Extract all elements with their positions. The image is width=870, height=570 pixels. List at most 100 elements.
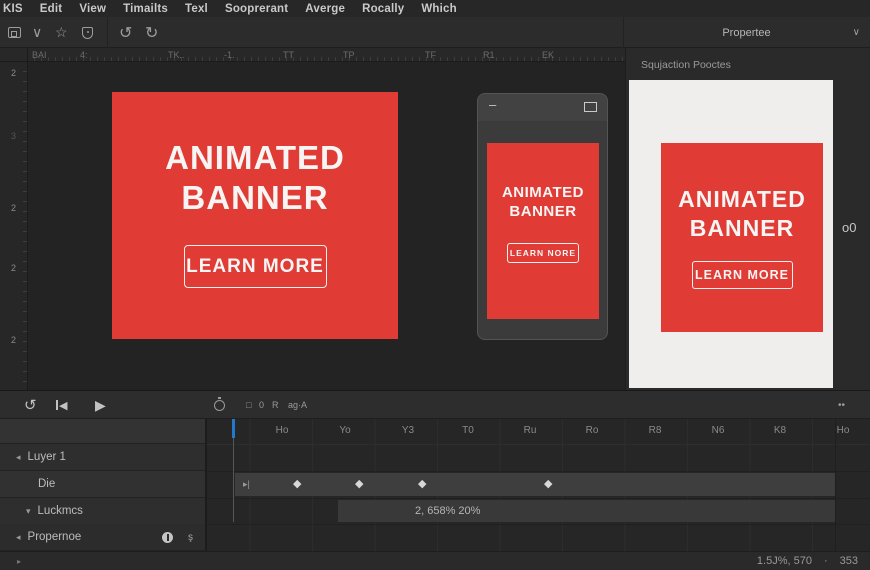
- menu-item[interactable]: Sooprerant: [225, 3, 288, 15]
- collapse-arrow-icon[interactable]: ▸: [17, 557, 21, 566]
- layer-panel: ◂ Luyer 1 Die ▾ Luckmcs ◂ Propernoe ş: [0, 419, 207, 570]
- zoom-level-text: 1.5J%, 570: [756, 555, 812, 567]
- banner-preview[interactable]: ANIMATED BANNER LEARN MORE: [629, 80, 833, 388]
- toggle-icon[interactable]: R: [272, 391, 279, 419]
- toggle-icon[interactable]: ag·A: [288, 391, 307, 419]
- banner-artboard-large[interactable]: ANIMATED BANNER LEARN MORE: [112, 92, 398, 339]
- banner-title-line1: ANIMATED: [678, 186, 806, 212]
- keyframe-icon[interactable]: ◆: [418, 477, 426, 490]
- ruler-label: EK: [542, 50, 555, 60]
- ruler-label: 4:: [80, 50, 88, 60]
- ruler-label: 2: [11, 203, 17, 213]
- refresh-icon[interactable]: ↻: [145, 17, 158, 48]
- frame-icon[interactable]: [8, 17, 21, 48]
- star-icon[interactable]: ☆: [55, 17, 68, 48]
- keyframe-track[interactable]: ▸| ◆ ◆ ◆ ◆: [235, 473, 835, 496]
- loop-icon[interactable]: ↺: [24, 391, 37, 419]
- layer-row-die[interactable]: Die: [0, 471, 205, 498]
- play-icon[interactable]: ▶: [95, 391, 106, 419]
- timeline-ruler-label: R8: [648, 425, 662, 436]
- chevron-down-icon[interactable]: ∨: [853, 27, 860, 38]
- stage-canvas[interactable]: ANIMATED BANNER LEARN MORE – ANIMATED BA…: [28, 62, 625, 390]
- timeline-ruler-label: Ro: [585, 425, 599, 436]
- ruler-label: TK..: [168, 50, 185, 60]
- ruler-label: 2: [11, 335, 17, 345]
- timeline-ruler-label: N6: [711, 425, 725, 436]
- timeline-ruler-label: K8: [773, 425, 787, 436]
- timeline-ruler-label: Yo: [339, 425, 351, 436]
- menu-item[interactable]: Timailts: [123, 3, 168, 15]
- keyframe-icon[interactable]: ◆: [355, 477, 363, 490]
- collapse-arrow-icon[interactable]: ◂: [16, 452, 21, 463]
- layer-label: Propernoe: [27, 531, 82, 543]
- banner-title-line1: ANIMATED: [501, 184, 585, 201]
- timeline-ruler-label: Ho: [836, 425, 850, 436]
- menu-item[interactable]: KIS: [3, 3, 23, 15]
- panel-side-label: o0: [842, 220, 857, 235]
- toggle-icon[interactable]: □: [246, 391, 251, 419]
- banner-title-line2: BANNER: [181, 179, 329, 216]
- ruler-label: TF: [425, 50, 436, 60]
- skip-to-start-icon[interactable]: ◀: [56, 391, 67, 419]
- menu-item[interactable]: Which: [421, 3, 457, 15]
- ruler-label: R1: [483, 50, 495, 60]
- undo-icon[interactable]: ↺: [119, 17, 132, 48]
- shield-icon[interactable]: [82, 17, 93, 48]
- app-window: KIS Edit View Timailts Texl Sooprerant A…: [0, 0, 870, 570]
- row-divider: [207, 471, 870, 472]
- keyframe-icon[interactable]: ◆: [293, 477, 301, 490]
- vertical-ruler: 2 3 2 2 2: [0, 62, 28, 390]
- banner-artboard-preview[interactable]: ANIMATED BANNER LEARN MORE: [661, 143, 823, 332]
- expand-arrow-icon[interactable]: ▾: [26, 506, 31, 517]
- layer-label: Luckmcs: [37, 505, 83, 517]
- status-separator: ·: [823, 555, 828, 567]
- maximize-icon[interactable]: [584, 102, 597, 112]
- toggle-icon[interactable]: 0: [259, 391, 264, 419]
- tab-properties[interactable]: Propertee ∨: [623, 17, 870, 48]
- menu-item[interactable]: Rocally: [362, 3, 404, 15]
- timeline-ruler-label: Ho: [275, 425, 289, 436]
- timeline-controls: ↺ ◀ ▶ □ 0 R ag·A ••: [0, 391, 870, 419]
- properties-panel-header: Squjaction Pooctes: [641, 59, 731, 71]
- more-options-icon[interactable]: ••: [838, 391, 845, 419]
- playhead[interactable]: [232, 419, 235, 438]
- timeline-grid[interactable]: Ho Yo Y3 T0 Ru Ro R8 N6 K8 Ho ▸| ◆ ◆ ◆ ◆: [207, 419, 870, 570]
- keyframe-icon[interactable]: ◆: [544, 477, 552, 490]
- content-end-line: [835, 419, 836, 570]
- ruler-corner: [0, 48, 28, 62]
- phone-mockup: – ANIMATED BANNER LEARN NORE: [477, 93, 608, 340]
- ruler-ticks: [23, 62, 27, 390]
- learn-more-button[interactable]: LEARN MORE: [691, 261, 793, 289]
- menu-bar: KIS Edit View Timailts Texl Sooprerant A…: [0, 0, 870, 17]
- ruler-label: 2: [11, 263, 17, 273]
- layer-row-layer1[interactable]: ◂ Luyer 1: [0, 444, 205, 471]
- minimize-icon[interactable]: –: [489, 97, 496, 112]
- chevron-down-icon[interactable]: ∨: [32, 17, 42, 48]
- collapse-arrow-icon[interactable]: ◂: [16, 532, 21, 543]
- stopwatch-icon[interactable]: [214, 391, 225, 419]
- menu-item[interactable]: Edit: [40, 3, 63, 15]
- style-toggle-icon[interactable]: ş: [188, 532, 193, 543]
- row-divider: [207, 524, 870, 525]
- layer-row-luckmcs[interactable]: ▾ Luckmcs: [0, 498, 205, 525]
- value-track[interactable]: 2, 658% 20%: [338, 500, 835, 522]
- layer-row-propernoe[interactable]: ◂ Propernoe ş: [0, 524, 205, 551]
- learn-more-button[interactable]: LEARN NORE: [507, 243, 579, 263]
- menu-item[interactable]: View: [79, 3, 106, 15]
- banner-title-line1: ANIMATED: [165, 139, 345, 176]
- ruler-ticks: [28, 57, 625, 61]
- menu-item[interactable]: Texl: [185, 3, 208, 15]
- ruler-label: BAI: [32, 50, 47, 60]
- track-value-label: 2, 658% 20%: [415, 505, 481, 517]
- visibility-toggle-icon[interactable]: [162, 531, 173, 543]
- ruler-label: 2: [11, 68, 17, 78]
- banner-title-line2: BANNER: [689, 215, 795, 241]
- toolbar: ∨ ☆ ↺ ↻ Propertee ∨: [0, 17, 870, 48]
- menu-item[interactable]: Averge: [305, 3, 345, 15]
- learn-more-button[interactable]: LEARN MORE: [183, 245, 327, 288]
- playhead-line: [233, 438, 234, 522]
- banner-artboard-mobile[interactable]: ANIMATED BANNER LEARN NORE: [487, 143, 599, 319]
- frame-count-text: 353: [839, 555, 858, 567]
- ruler-label: 3: [11, 131, 17, 141]
- horizontal-ruler: BAI 4: TK.. -1. TT TP TF R1 EK: [0, 48, 625, 62]
